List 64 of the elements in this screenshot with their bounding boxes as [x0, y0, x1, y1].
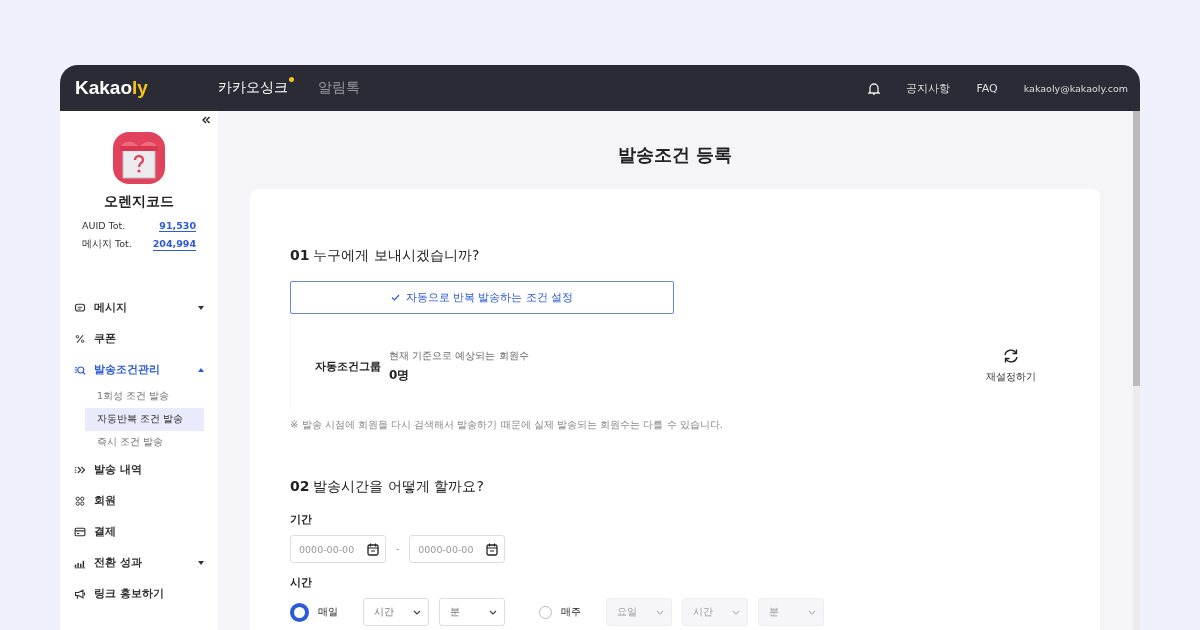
sidebar-item[interactable]: 전환 성과 — [74, 547, 204, 578]
chevron-down-icon — [656, 609, 664, 615]
reset-button[interactable]: 재설정하기 — [980, 347, 1042, 385]
scrollbar[interactable] — [1133, 111, 1140, 630]
chevron-down-icon — [413, 609, 421, 615]
radio-button[interactable] — [539, 605, 552, 619]
header-link[interactable]: FAQ — [976, 81, 998, 95]
sidebar-item[interactable]: 메시지 — [74, 292, 204, 323]
gift-box-icon — [112, 131, 166, 185]
logo[interactable]: Kakaoly — [75, 77, 218, 99]
stat-value-link[interactable]: 91,530 — [159, 220, 196, 232]
refresh-icon — [1002, 348, 1020, 364]
profile-name: 오렌지코드 — [104, 193, 174, 211]
member-count: 0명 — [389, 366, 411, 384]
field-label: 기간 — [290, 512, 313, 527]
section-title: 02 발송시간을 어떻게 할까요? — [290, 478, 485, 496]
date-field[interactable]: 0000-00-00 — [409, 535, 506, 563]
radio-label[interactable]: 매주 — [561, 605, 581, 619]
notice-text: ※ 발송 시점에 회원을 다시 검색해서 발송하기 때문에 실제 발송되는 회원수는 다를 수 있습니다. — [290, 418, 724, 432]
dropdown[interactable]: 분 — [439, 598, 505, 626]
chat-icon — [74, 301, 86, 314]
sidebar-item[interactable]: 발송조건관리 — [74, 354, 204, 385]
date-field[interactable]: 0000-00-00 — [290, 535, 386, 563]
radio-button[interactable] — [290, 602, 309, 622]
account-email[interactable]: kakaoly@kakaoly.com — [1023, 82, 1128, 94]
calendar-icon[interactable] — [367, 543, 379, 556]
caret-icon[interactable] — [198, 305, 204, 310]
stat-label: AUID Tot. — [82, 220, 126, 232]
sidebar-item[interactable]: 발송 내역 — [74, 454, 204, 485]
nav-tab[interactable]: 카카오싱크 — [218, 79, 294, 97]
megaphone-icon — [74, 587, 86, 600]
bell-icon[interactable] — [868, 81, 881, 95]
page-title: 발송조건 등록 — [616, 143, 734, 167]
stat-label: 메시지 Tot. — [82, 238, 132, 251]
header-link[interactable]: 공지사항 — [906, 80, 951, 96]
people-icon — [74, 494, 86, 507]
check-icon — [390, 294, 400, 301]
radio-label[interactable]: 매일 — [318, 605, 338, 619]
caret-icon[interactable] — [198, 560, 204, 565]
sidebar-item[interactable]: 쿠폰 — [74, 323, 204, 354]
sidebar-item[interactable]: 링크 홍보하기 — [74, 578, 204, 609]
date-separator: - — [396, 544, 400, 554]
count-caption: 현재 기준으로 예상되는 회원수 — [389, 348, 530, 363]
sidebar-item[interactable]: 회원 — [74, 485, 204, 516]
percent-icon — [74, 332, 86, 345]
dropdown[interactable]: 시간 — [363, 598, 429, 626]
sidebar-item[interactable]: 결제 — [74, 516, 204, 547]
calendar-icon[interactable] — [486, 543, 499, 556]
section-title: 01 누구에게 보내시겠습니까? — [290, 247, 481, 265]
card-icon — [74, 525, 86, 538]
collapse-icon[interactable] — [202, 116, 210, 124]
chevron-down-icon — [808, 609, 816, 615]
search-list-icon — [74, 363, 86, 376]
caret-icon[interactable] — [198, 367, 204, 372]
condition-option[interactable]: 자동으로 반복 발송하는 조건 설정 — [290, 281, 674, 314]
chevron-down-icon — [489, 609, 497, 615]
sidebar-subitem[interactable]: 즉시 조건 발송 — [85, 431, 204, 454]
group-label: 자동조건그룹 — [315, 358, 382, 374]
sidebar-subitem[interactable]: 자동반복 조건 발송 — [85, 408, 204, 431]
chevron-down-icon — [732, 609, 740, 615]
sidebar-subitem[interactable]: 1회성 조건 발송 — [85, 385, 204, 408]
stat-value-link[interactable]: 204,994 — [152, 238, 196, 251]
nav-tab[interactable]: 알림톡 — [318, 79, 366, 97]
field-label: 시간 — [290, 575, 313, 590]
